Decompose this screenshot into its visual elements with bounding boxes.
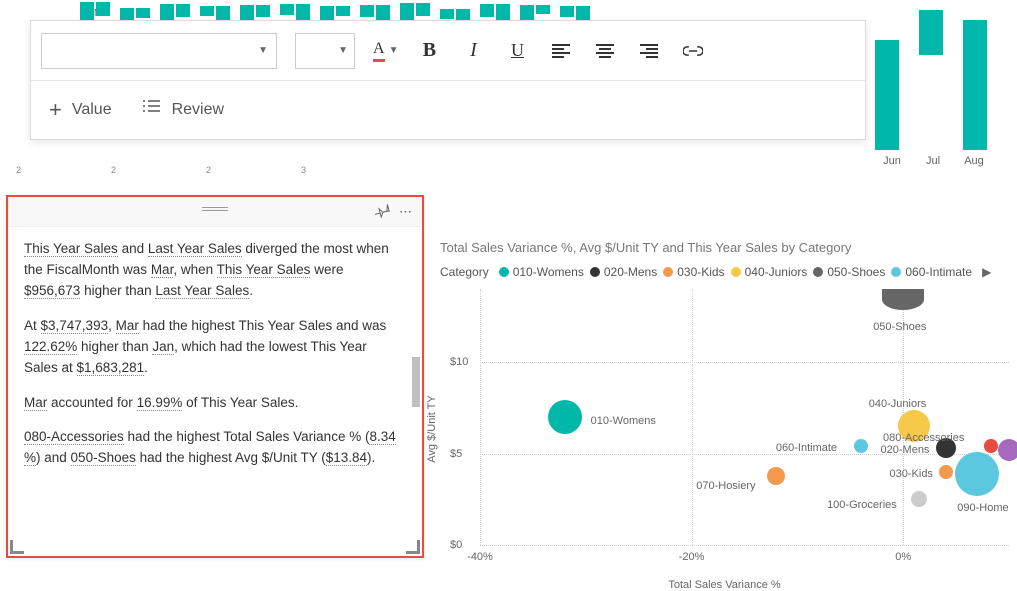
chevron-down-icon: ▼ — [389, 45, 399, 56]
font-family-select[interactable]: ▼ — [41, 33, 277, 69]
bubble-label: 010-Womens — [591, 415, 656, 427]
align-center-button[interactable] — [592, 36, 618, 66]
chevron-down-icon: ▼ — [258, 45, 268, 56]
bubble-090-Home[interactable] — [955, 452, 999, 496]
toolbar-row-formatting: ▼ ▼ A ▼ B I U — [31, 21, 865, 81]
narrative-text[interactable]: This Year Sales and Last Year Sales dive… — [8, 227, 422, 556]
bubble-100-Groceries[interactable] — [911, 491, 927, 507]
legend-item[interactable]: 020-Mens — [590, 265, 657, 279]
align-right-button[interactable] — [636, 36, 662, 66]
bold-button[interactable]: B — [416, 36, 442, 66]
italic-button[interactable]: I — [460, 36, 486, 66]
bubble-label: 060-Intimate — [776, 442, 837, 454]
bubble-label: 090-Home — [957, 502, 1008, 514]
bubble-080-Accessories[interactable] — [984, 439, 998, 453]
visual-header: ⋯ — [8, 197, 422, 227]
chart-legend: Category 010-Womens 020-Mens 030-Kids 04… — [440, 265, 1009, 279]
smart-narrative-visual[interactable]: ⋯ This Year Sales and Last Year Sales di… — [6, 195, 424, 558]
font-size-select[interactable]: ▼ — [295, 33, 355, 69]
x-axis-label: Total Sales Variance % — [668, 579, 780, 591]
value-label: Value — [72, 101, 112, 119]
formatting-toolbar: ▼ ▼ A ▼ B I U + Value Review — [30, 20, 866, 140]
bubble-label: 050-Shoes — [873, 321, 926, 333]
add-value-button[interactable]: + Value — [49, 97, 112, 123]
bubble-070-Hosiery[interactable] — [767, 467, 785, 485]
month-jun: Jun — [879, 155, 905, 167]
legend-scroll-right-icon[interactable]: ▶ — [982, 265, 991, 279]
month-labels-right: Jun Jul Aug — [879, 155, 987, 167]
more-options-icon[interactable]: ⋯ — [399, 204, 412, 220]
legend-item[interactable]: 030-Kids — [663, 265, 724, 279]
legend-item[interactable]: 010-Womens — [499, 265, 584, 279]
underline-button[interactable]: U — [504, 36, 530, 66]
font-color-button[interactable]: A ▼ — [373, 40, 398, 62]
bubble-label: 080-Accessories — [883, 432, 964, 444]
bubble-030-Kids[interactable] — [939, 465, 953, 479]
link-button[interactable] — [680, 36, 706, 66]
y-axis-label: Avg $/Unit TY — [426, 395, 438, 462]
plot-inner: $0$5$10-40%-20%0%010-Womens020-Mens030-K… — [480, 289, 1009, 545]
chart-title: Total Sales Variance %, Avg $/Unit TY an… — [440, 240, 1009, 255]
toolbar-row-actions: + Value Review — [31, 81, 865, 139]
plot-area: Avg $/Unit TY Total Sales Variance % $0$… — [440, 289, 1009, 569]
bubble-050-Shoes[interactable] — [882, 289, 924, 310]
month-aug: Aug — [961, 155, 987, 167]
align-left-button[interactable] — [548, 36, 574, 66]
axis-small-numbers: 2 2 2 3 — [16, 165, 311, 175]
scatter-chart[interactable]: Total Sales Variance %, Avg $/Unit TY an… — [440, 240, 1009, 574]
chevron-down-icon: ▼ — [338, 45, 348, 56]
font-color-icon: A — [373, 40, 385, 62]
bg-bars-right — [875, 10, 987, 150]
legend-item[interactable]: 040-Juniors — [731, 265, 808, 279]
bubble-060-Intimate[interactable] — [854, 439, 868, 453]
bubble-label: 030-Kids — [890, 468, 933, 480]
bubble-extra[interactable] — [998, 439, 1017, 461]
bubble-label: 020-Mens — [881, 444, 930, 456]
pin-icon[interactable] — [375, 202, 391, 221]
review-button[interactable]: Review — [142, 99, 224, 122]
legend-item[interactable]: 060-Intimate — [891, 265, 972, 279]
month-jul: Jul — [920, 155, 946, 167]
plus-icon: + — [49, 97, 62, 123]
bubble-label: 040-Juniors — [869, 398, 926, 410]
legend-item[interactable]: 050-Shoes — [813, 265, 885, 279]
list-icon — [142, 99, 162, 122]
review-label: Review — [172, 101, 224, 119]
grip-icon[interactable] — [202, 207, 228, 213]
bubble-label: 100-Groceries — [827, 499, 897, 511]
bubble-label: 070-Hosiery — [696, 480, 755, 492]
legend-title: Category — [440, 265, 489, 279]
scrollbar[interactable] — [412, 227, 420, 556]
bubble-010-Womens[interactable] — [548, 400, 582, 434]
